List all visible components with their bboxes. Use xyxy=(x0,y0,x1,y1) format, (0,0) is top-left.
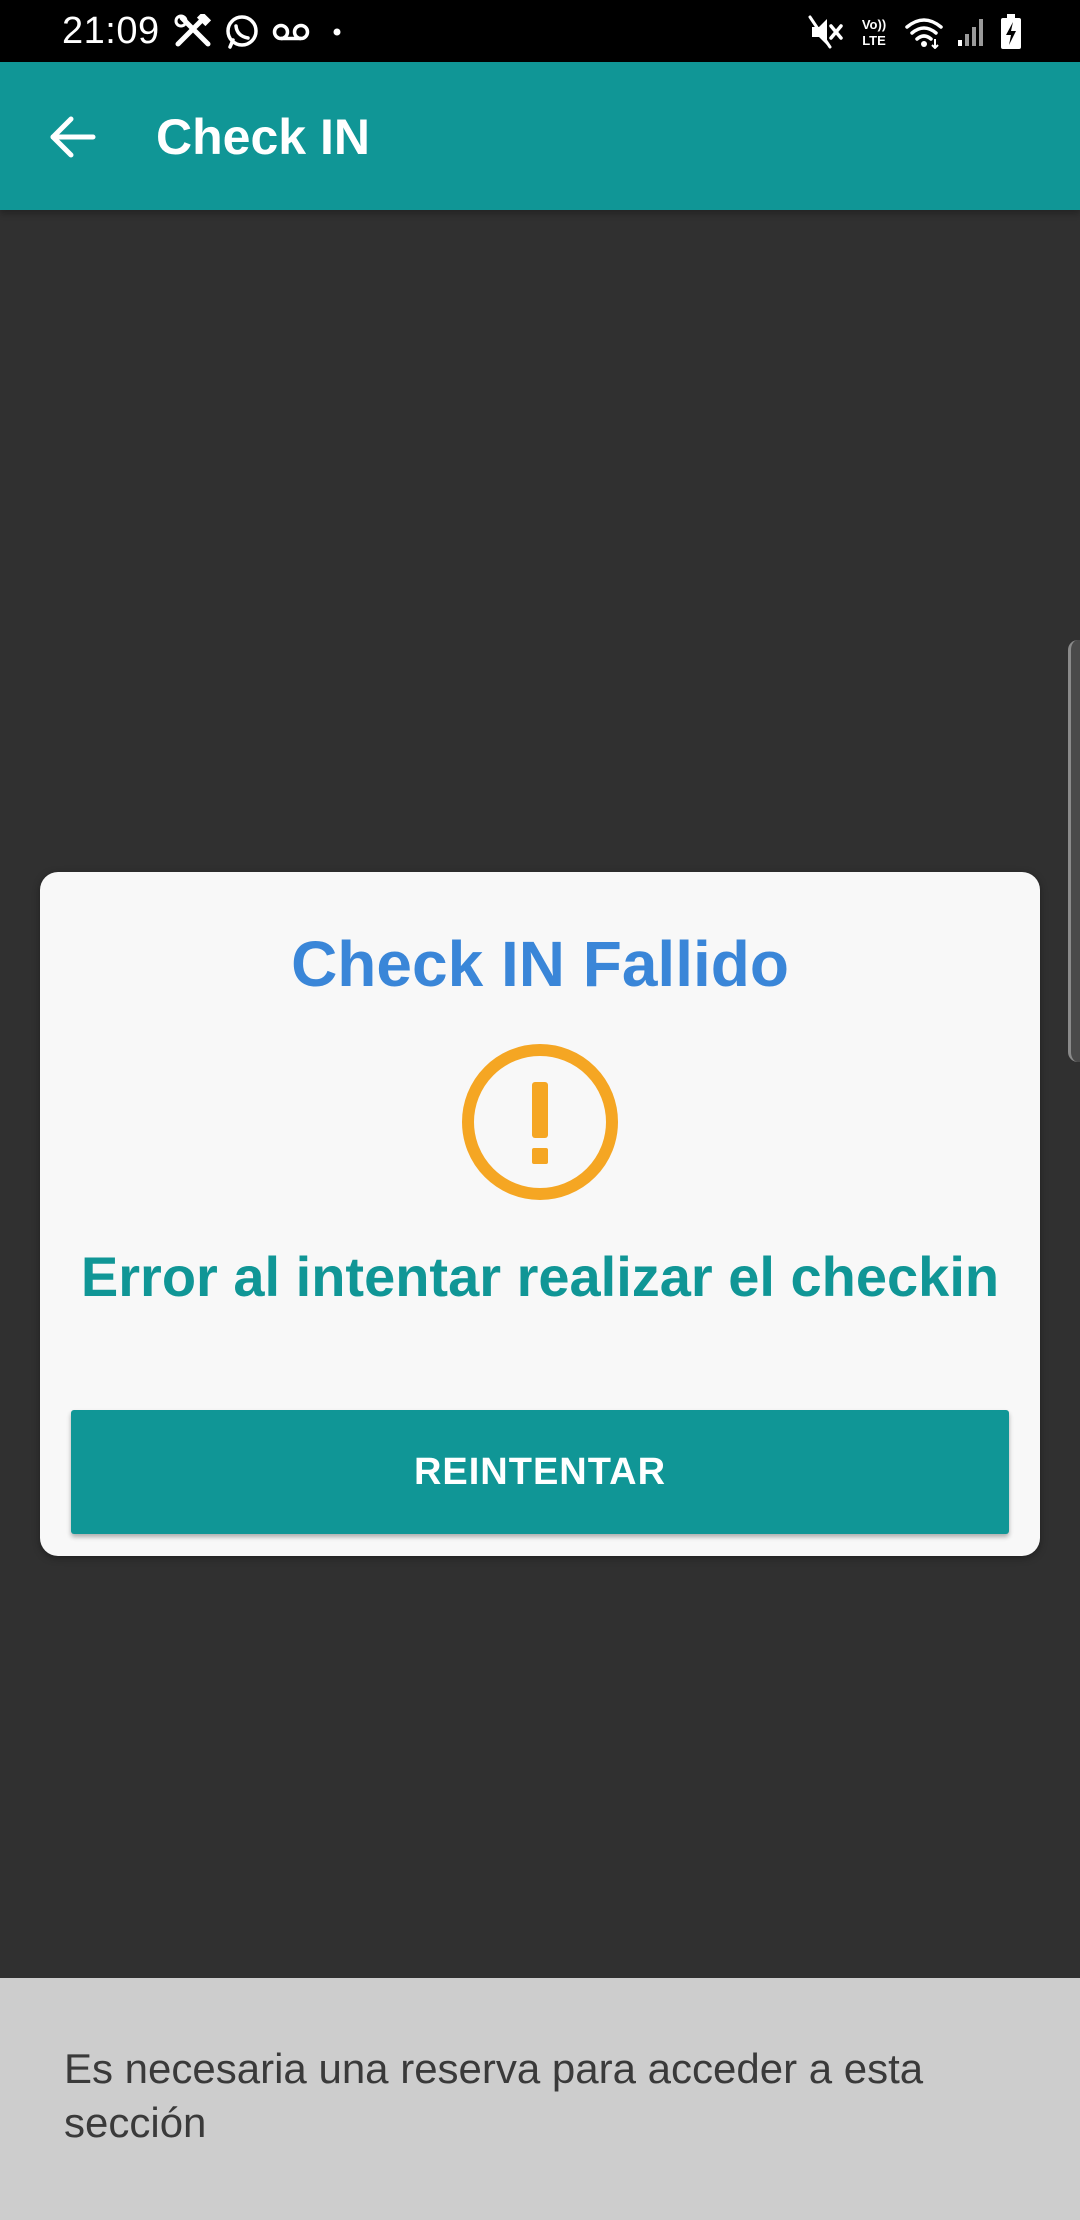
error-dialog: Check IN Fallido Error al intentar reali… xyxy=(40,872,1040,1556)
status-bar: 21:09 Vo)) LTE xyxy=(0,0,1080,62)
dialog-title: Check IN Fallido xyxy=(291,928,789,1000)
volte-label-top: Vo)) xyxy=(862,17,886,32)
tools-icon xyxy=(174,14,212,50)
status-right-icons: Vo)) LTE xyxy=(808,12,1022,52)
status-time: 21:09 xyxy=(62,10,160,52)
page-title: Check IN xyxy=(156,109,370,165)
warning-icon xyxy=(462,1044,618,1200)
screen: 21:09 Vo)) LTE Check IN Check IN Fallido… xyxy=(0,0,1080,2220)
bottom-banner: Es necesaria una reserva para acceder a … xyxy=(0,1978,1080,2220)
dot-icon xyxy=(322,14,352,50)
signal-icon xyxy=(956,14,988,50)
mute-icon xyxy=(808,14,844,50)
status-left-icons xyxy=(174,12,352,52)
back-button[interactable] xyxy=(38,102,108,172)
arrow-back-icon xyxy=(50,116,96,158)
whatsapp-icon xyxy=(224,14,260,50)
battery-charging-icon xyxy=(1000,14,1022,50)
app-bar: Check IN xyxy=(0,62,1080,210)
reservation-required-message: Es necesaria una reserva para acceder a … xyxy=(64,2045,924,2146)
voicemail-icon xyxy=(272,14,310,50)
retry-button[interactable]: REINTENTAR xyxy=(71,1410,1009,1534)
edge-panel-handle[interactable] xyxy=(1068,640,1080,1062)
volte-icon: Vo)) LTE xyxy=(856,14,892,50)
wifi-icon xyxy=(904,14,944,50)
volte-label-bottom: LTE xyxy=(862,33,886,48)
dialog-message: Error al intentar realizar el checkin xyxy=(80,1245,1000,1308)
